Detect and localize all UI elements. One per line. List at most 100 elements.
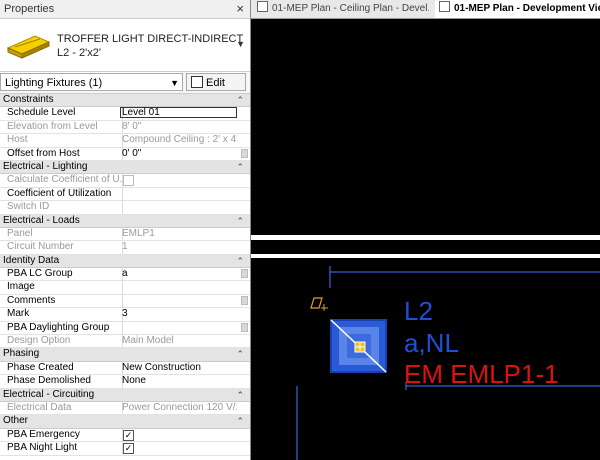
collapse-chevron-icon[interactable]: ⌃ [236,348,244,360]
property-row[interactable]: Coefficient of Utilization [0,187,250,202]
collapse-chevron-icon[interactable]: ⌃ [236,215,244,227]
view-tab-bar: 01-MEP Plan - Ceiling Plan - Devel... 01… [251,0,600,19]
group-header[interactable]: Constraints ⌃ [0,94,250,108]
group-header[interactable]: Electrical - Loads ⌃ [0,214,250,228]
property-row[interactable]: Offset from Host 0' 0" [0,147,250,161]
property-value[interactable]: a [122,268,237,280]
properties-title-bar: Properties × [0,0,250,19]
associate-parameter-button[interactable] [241,148,248,158]
property-label: Calculate Coefficient of U... [0,174,123,187]
property-value[interactable] [122,281,237,293]
property-row: Design Option Main Model [0,335,250,349]
element-filter-label: Lighting Fixtures (1) [5,77,103,89]
associate-parameter-button[interactable] [241,322,248,332]
property-row: Calculate Coefficient of U... [0,174,250,188]
property-value[interactable] [122,188,237,200]
property-row[interactable]: PBA Night Light ✓ [0,442,250,456]
group-header-label: Electrical - Loads [3,214,80,226]
property-value[interactable] [122,322,237,334]
property-label: Design Option [0,335,123,348]
group-header-label: Electrical - Circuiting [3,388,95,400]
property-row[interactable]: PBA LC Group a [0,268,250,282]
drawing-view-lower[interactable]: L2 a,NL EM EMLP1-1 [251,258,600,460]
tag-circuit-label[interactable]: EM EMLP1-1 [404,361,559,387]
property-value: EMLP1 [122,227,155,239]
property-label: PBA LC Group [0,268,123,281]
property-label: Coefficient of Utilization [0,187,123,201]
flip-control-icon[interactable] [310,297,328,311]
group-header[interactable]: Electrical - Circuiting ⌃ [0,388,250,402]
property-value[interactable]: 0' 0" [122,148,237,160]
property-row[interactable]: PBA Emergency ✓ [0,428,250,443]
view-icon [439,1,450,12]
property-value[interactable]: None [122,375,237,387]
drawing-view-upper[interactable] [251,19,600,235]
light-fixture[interactable] [330,319,387,373]
property-value: Power Connection 120 V/1... [122,401,237,413]
property-value[interactable]: Level 01 [122,107,237,119]
tab-development-view[interactable]: 01-MEP Plan - Development View × [435,0,600,18]
property-row[interactable]: Phase Demolished None [0,375,250,389]
group-header[interactable]: Identity Data ⌃ [0,254,250,269]
property-label: Comments [0,294,123,308]
property-label: Circuit Number [0,241,123,254]
property-value[interactable]: New Construction [122,362,237,374]
property-label: Phase Created [0,361,123,375]
property-value: 8' 0" [122,120,142,132]
view-icon [257,1,268,12]
property-row: Host Compound Ceiling : 2' x 4'... [0,134,250,148]
property-value[interactable] [122,295,237,307]
property-value [122,201,237,213]
property-value[interactable]: 3 [122,308,237,320]
properties-palette: Properties × TROFFER LIGHT DIRECT-INDIRE… [0,0,251,460]
property-label: PBA Daylighting Group [0,321,123,335]
type-size-name: L2 - 2'x2' [57,47,101,59]
property-label: PBA Emergency [0,428,123,442]
property-label: Switch ID [0,201,123,214]
property-row: Panel EMLP1 [0,227,250,242]
close-icon[interactable]: × [236,0,244,18]
property-value: Compound Ceiling : 2' x 4'... [122,134,237,146]
collapse-chevron-icon[interactable]: ⌃ [236,94,244,106]
property-row[interactable]: PBA Daylighting Group [0,321,250,336]
group-header-label: Constraints [3,94,54,105]
group-header-label: Identity Data [3,254,60,266]
property-label: Host [0,134,123,147]
group-header[interactable]: Phasing ⌃ [0,348,250,362]
property-row[interactable]: Comments [0,294,250,309]
property-checkbox[interactable]: ✓ [123,443,134,455]
properties-title: Properties [4,3,55,15]
properties-grid: Constraints ⌃ Schedule Level Level 01 Elevat… [0,94,250,456]
group-header-label: Other [3,415,29,427]
troffer-thumbnail-icon [6,35,51,59]
property-label: Image [0,281,123,294]
property-row[interactable]: Image [0,281,250,295]
group-header[interactable]: Other ⌃ [0,415,250,429]
property-value: Main Model [122,335,174,347]
edit-type-button[interactable]: Edit Type [186,73,246,107]
property-label: Schedule Level [0,107,123,120]
collapse-chevron-icon[interactable]: ⌃ [236,389,244,401]
collapse-chevron-icon[interactable]: ⌃ [236,415,244,427]
chevron-down-icon: ▼ [170,78,179,88]
property-row[interactable]: Mark 3 [0,308,250,322]
chevron-down-icon[interactable]: ▼ [236,39,245,49]
view-divider-gap [251,240,600,254]
associate-parameter-button[interactable] [241,269,248,279]
collapse-chevron-icon[interactable]: ⌃ [236,255,244,267]
property-checkbox[interactable]: ✓ [123,429,134,441]
element-filter-dropdown[interactable]: Lighting Fixtures (1) ▼ [0,73,183,91]
type-selector[interactable]: TROFFER LIGHT DIRECT-INDIRECT L2 - 2'x2'… [0,19,250,72]
tab-ceiling-plan[interactable]: 01-MEP Plan - Ceiling Plan - Devel... [253,0,429,18]
property-row: Circuit Number 1 [0,241,250,255]
collapse-chevron-icon[interactable]: ⌃ [236,161,244,173]
group-header-label: Phasing [3,348,40,360]
group-header[interactable]: Electrical - Lighting ⌃ [0,160,250,175]
property-value: 1 [122,241,128,253]
tag-group-label[interactable]: a,NL [404,330,459,356]
tag-type-label[interactable]: L2 [404,298,433,324]
property-row[interactable]: Phase Created New Construction [0,361,250,376]
associate-parameter-button[interactable] [241,295,248,305]
property-row[interactable]: Schedule Level Level 01 [0,107,250,121]
filter-row: Lighting Fixtures (1) ▼ Edit Type [0,73,250,107]
